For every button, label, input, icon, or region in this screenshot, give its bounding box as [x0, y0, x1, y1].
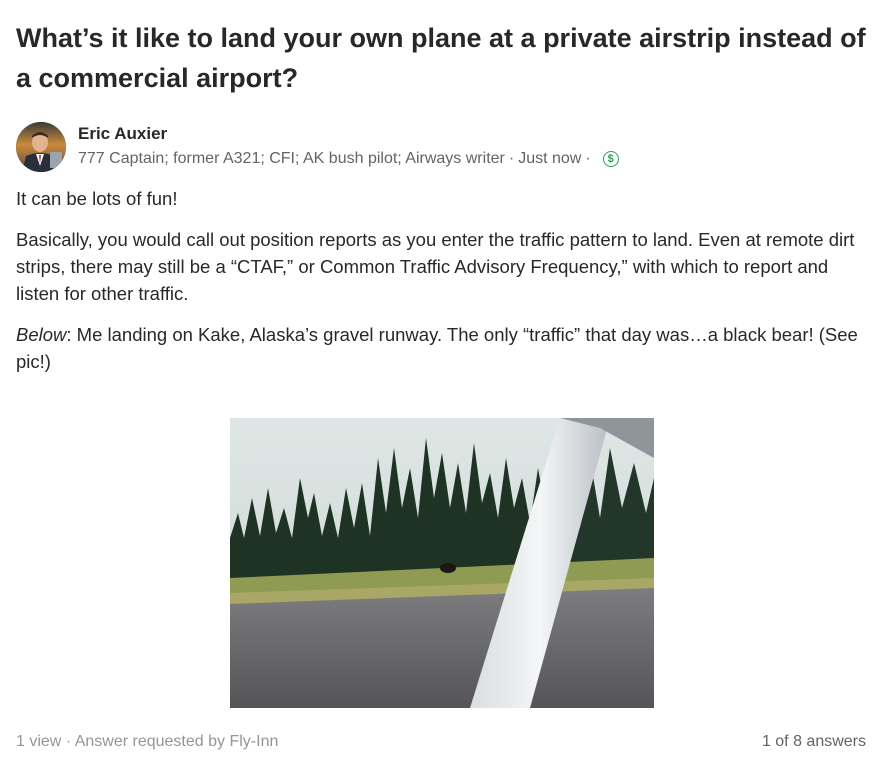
question-title[interactable]: What’s it like to land your own plane at…	[16, 18, 866, 98]
answer-timestamp[interactable]: Just now	[518, 150, 581, 167]
requested-by-label: Answer requested by	[74, 733, 226, 750]
emphasis-text: Below	[16, 324, 67, 345]
answer-paragraph: It can be lots of fun!	[16, 188, 178, 209]
answer-paragraph: Basically, you would call out position r…	[16, 229, 855, 304]
author-row: Eric Auxier 777 Captain; former A321; CF…	[16, 122, 866, 174]
view-count[interactable]: 1 view	[16, 733, 61, 750]
answer-position[interactable]: 1 of 8 answers	[762, 733, 866, 751]
answer-body: It can be lots of fun! Basically, you wo…	[16, 185, 866, 389]
footer-separator: ·	[65, 733, 72, 750]
answer-footer-stats: 1 view · Answer requested by Fly-Inn	[16, 733, 278, 751]
meta-separator: ·	[508, 150, 515, 167]
author-meta: 777 Captain; former A321; CFI; AK bush p…	[78, 150, 619, 168]
author-name[interactable]: Eric Auxier	[78, 124, 167, 144]
answer-paragraph: Below: Me landing on Kake, Alaska’s grav…	[16, 321, 866, 375]
meta-separator: ·	[585, 150, 591, 167]
author-avatar[interactable]	[16, 122, 66, 172]
answer-photo[interactable]	[230, 418, 654, 708]
author-credentials[interactable]: 777 Captain; former A321; CFI; AK bush p…	[78, 150, 505, 167]
dollar-circle-icon[interactable]: $	[602, 151, 619, 167]
requester-link[interactable]: Fly-Inn	[229, 733, 278, 750]
answer-paragraph-text: : Me landing on Kake, Alaska’s gravel ru…	[16, 324, 858, 372]
